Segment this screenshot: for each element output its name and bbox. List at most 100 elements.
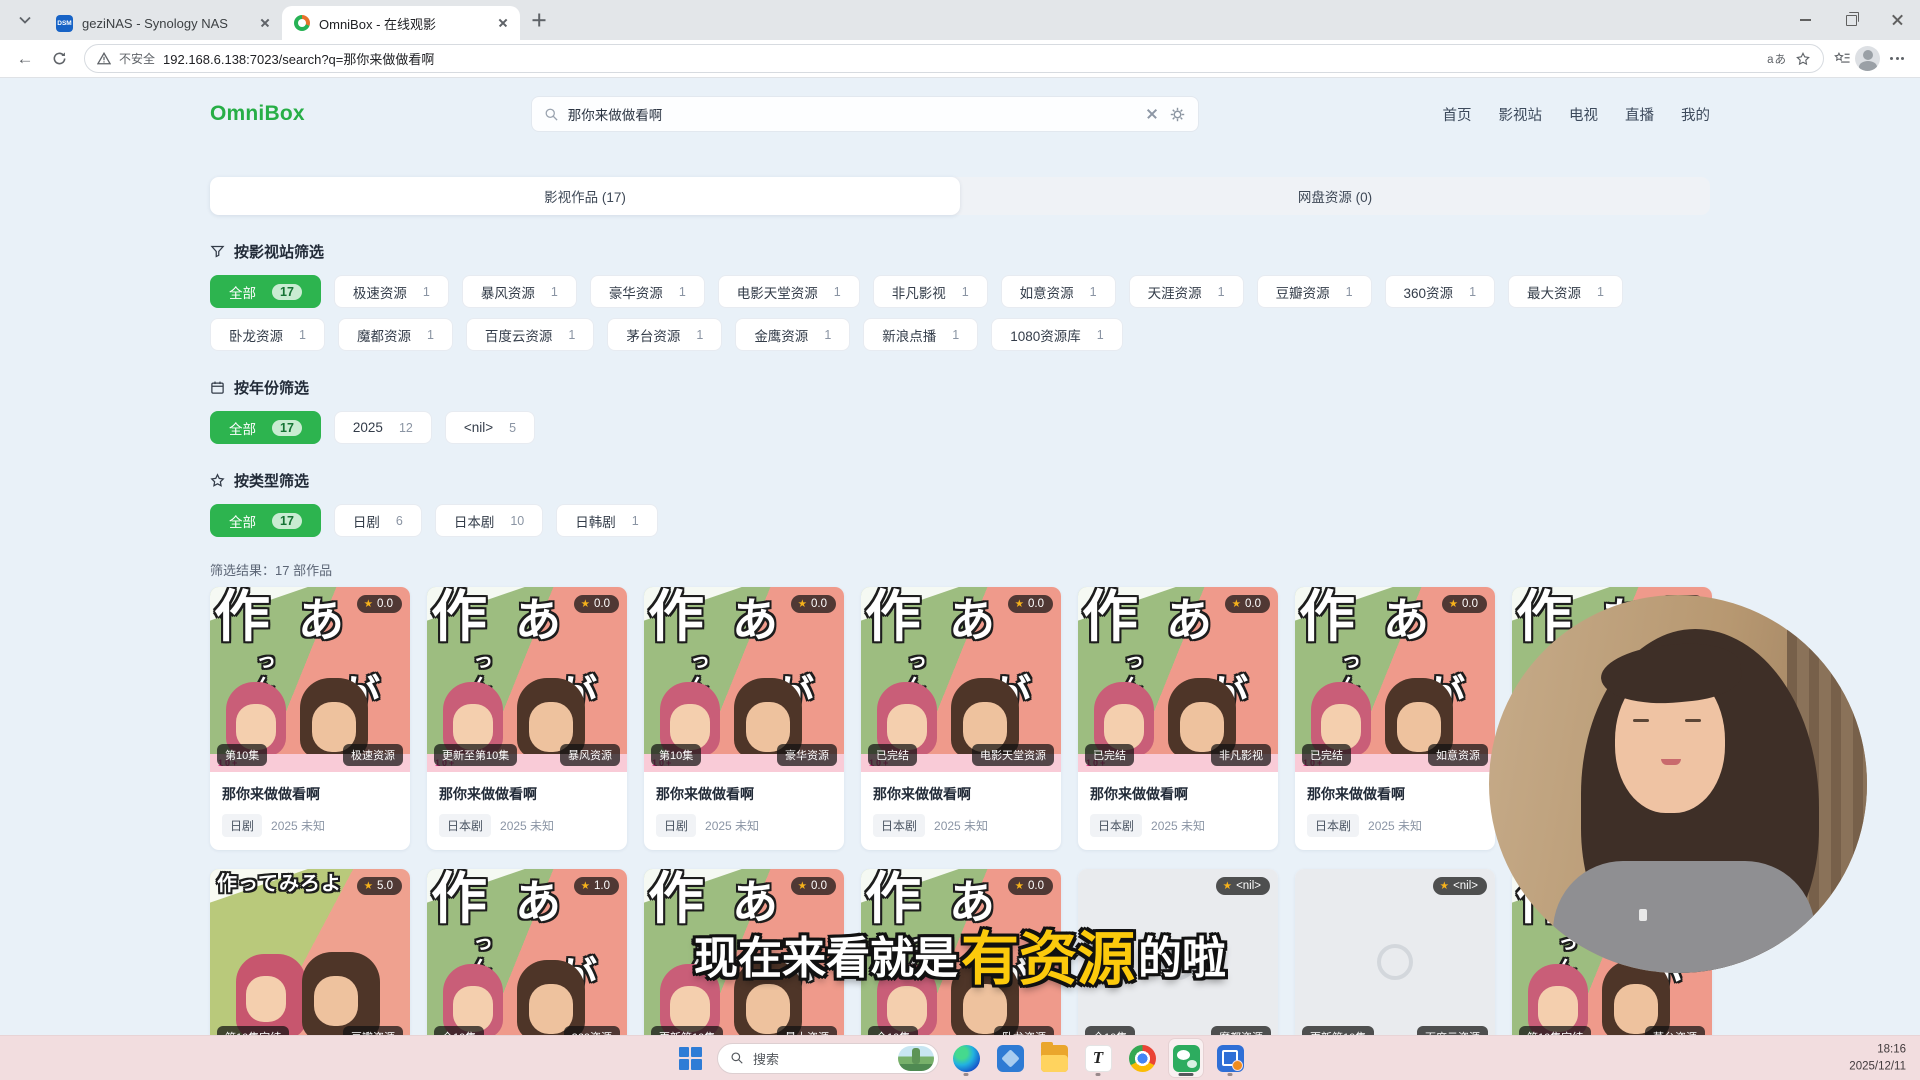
filter-chip[interactable]: 日韩剧 1 [556, 504, 657, 537]
omnibox-logo[interactable]: OmniBox [210, 102, 305, 126]
search-icon [544, 107, 559, 122]
filter-chip[interactable]: 卧龙资源 1 [210, 318, 325, 351]
filter-chip[interactable]: 日剧 6 [334, 504, 422, 537]
movie-card[interactable]: 作 あ っんて が 作ってみろよ 10+ ★0.0 已完结 如意资源 那你来做做… [1295, 587, 1495, 850]
window-controls [1782, 0, 1920, 40]
close-button[interactable] [1874, 0, 1920, 40]
bookmark-star-icon[interactable] [1795, 51, 1811, 67]
nav-link[interactable]: 影视站 [1499, 104, 1543, 125]
genre-chip: 日本剧 [439, 814, 491, 837]
back-button[interactable]: ← [10, 44, 40, 74]
filter-chip[interactable]: 茅台资源 1 [607, 318, 722, 351]
clear-search-icon[interactable] [1144, 106, 1160, 122]
taskbar-explorer[interactable] [1037, 1039, 1071, 1077]
poster-art: 作 あ っんて が 作ってみろよ 10+ ★1.0 全10集 360资源 [427, 869, 627, 1035]
profile-avatar[interactable] [1855, 46, 1880, 71]
minimize-button[interactable] [1782, 0, 1828, 40]
translate-icon[interactable]: aあ [1767, 51, 1787, 67]
filter-chip[interactable]: 日本剧 10 [435, 504, 543, 537]
filter-chip[interactable]: 360资源 1 [1385, 275, 1495, 308]
refresh-button[interactable] [44, 44, 74, 74]
filter-chip[interactable]: 电影天堂资源 1 [718, 275, 860, 308]
movie-card[interactable]: 作 あ っんて が 作ってみろよ 10+ ★0.0 更新至第10集 暴风资源 那… [427, 587, 627, 850]
filter-chip[interactable]: 暴风资源 1 [462, 275, 577, 308]
filter-chip[interactable]: 全部 17 [210, 504, 321, 537]
year-status: 2025 未知 [1151, 817, 1205, 834]
movie-card[interactable]: 作 あ っんて が 作ってみろよ 10+ ★<nil> 更新第10集 百度云资源 [1295, 869, 1495, 1035]
rating-badge: ★0.0 [1225, 595, 1270, 613]
movie-card[interactable]: 作 あ っんて が 作ってみろよ 10+ ★0.0 第10集 极速资源 那你来做… [210, 587, 410, 850]
new-tab-button[interactable] [526, 7, 552, 33]
movie-card[interactable]: 作 あ っんて が 作ってみろよ 10+ ★5.0 第10集完结 豆瓣资源 [210, 869, 410, 1035]
filter-chip[interactable]: 1080资源库 1 [991, 318, 1123, 351]
browser-tab-omnibox[interactable]: OmniBox - 在线观影 [282, 6, 520, 40]
filter-chip[interactable]: 2025 12 [334, 411, 432, 444]
filter-chip[interactable]: 百度云资源 1 [466, 318, 594, 351]
filter-chip[interactable]: 非凡影视 1 [873, 275, 988, 308]
nav-link[interactable]: 直播 [1625, 104, 1654, 125]
rating-badge: ★0.0 [357, 595, 402, 613]
star-icon: ★ [1232, 599, 1241, 610]
filter-chip[interactable]: 金鹰资源 1 [735, 318, 850, 351]
taskbar-remote-app[interactable] [1213, 1039, 1247, 1077]
filter-chip[interactable]: 新浪点播 1 [863, 318, 978, 351]
source-badge: 暴风资源 [560, 744, 620, 766]
taskbar-clock[interactable]: 18:16 2025/12/11 [1849, 1041, 1906, 1074]
security-label: 不安全 [119, 50, 155, 67]
star-icon: ★ [1223, 881, 1232, 892]
clock-date: 2025/12/11 [1849, 1058, 1906, 1075]
collections-icon[interactable] [1834, 50, 1851, 67]
search-highlight-image[interactable] [898, 1046, 934, 1071]
tab-video-works[interactable]: 影视作品 (17) [210, 177, 960, 215]
restore-button[interactable] [1828, 0, 1874, 40]
browser-menu-icon[interactable] [1884, 57, 1910, 60]
start-button[interactable] [673, 1039, 707, 1077]
filter-chip[interactable]: 全部 17 [210, 275, 321, 308]
taskbar-wechat[interactable] [1169, 1039, 1203, 1077]
browser-tab-synology[interactable]: DSM geziNAS - Synology NAS [44, 6, 282, 40]
poster-art: 作 あ っんて が 作ってみろよ 10+ ★0.0 已完结 电影天堂资源 [861, 587, 1061, 772]
poster-figure [517, 960, 585, 1035]
filter-chip[interactable]: 天涯资源 1 [1129, 275, 1244, 308]
wechat-icon [1173, 1045, 1200, 1072]
tab-cloud-disk[interactable]: 网盘资源 (0) [960, 177, 1710, 215]
taskbar-edge[interactable] [949, 1039, 983, 1077]
site-search-box[interactable] [531, 96, 1199, 132]
source-badge: 极速资源 [343, 744, 403, 766]
nav-link[interactable]: 首页 [1443, 104, 1472, 125]
taskbar-search[interactable]: 搜索 [717, 1043, 939, 1074]
poster-art: 作 あ っんて が 作ってみろよ 10+ ★<nil> 更新第10集 百度云资源 [1295, 869, 1495, 1035]
movie-title: 那你来做做看啊 [656, 784, 832, 804]
taskbar-photos[interactable] [993, 1039, 1027, 1077]
filter-chip[interactable]: <nil> 5 [445, 411, 535, 444]
taskbar-typora[interactable] [1081, 1039, 1115, 1077]
nav-link[interactable]: 我的 [1681, 104, 1710, 125]
filter-chip[interactable]: 全部 17 [210, 411, 321, 444]
movie-card[interactable]: 作 あ っんて が 作ってみろよ 10+ ★0.0 已完结 非凡影视 那你来做做… [1078, 587, 1278, 850]
address-bar[interactable]: 不安全 192.168.6.138:7023/search?q=那你来做做看啊 … [84, 44, 1824, 73]
filter-chip[interactable]: 魔都资源 1 [338, 318, 453, 351]
star-icon [210, 473, 225, 488]
taskbar-chrome[interactable] [1125, 1039, 1159, 1077]
filter-chip[interactable]: 豪华资源 1 [590, 275, 705, 308]
filter-chip[interactable]: 如意资源 1 [1001, 275, 1116, 308]
filter-chip[interactable]: 豆瓣资源 1 [1257, 275, 1372, 308]
search-input[interactable] [568, 107, 1135, 122]
status-badge: 已完结 [868, 744, 917, 766]
gear-icon[interactable] [1169, 106, 1186, 123]
movie-card[interactable]: 作 あ っんて が 作ってみろよ 10+ ★0.0 第10集 豪华资源 那你来做… [644, 587, 844, 850]
tab-search-chevron-icon[interactable] [12, 7, 38, 33]
calendar-icon [210, 380, 225, 395]
filter-section-site-title: 按影视站筛选 [210, 241, 1710, 262]
tab-close-icon[interactable] [494, 14, 512, 32]
star-icon: ★ [798, 881, 807, 892]
movie-card[interactable]: 作 あ っんて が 作ってみろよ 10+ ★0.0 已完结 电影天堂资源 那你来… [861, 587, 1061, 850]
nav-link[interactable]: 电视 [1569, 104, 1598, 125]
status-badge: 全10集 [434, 1026, 484, 1035]
star-icon: ★ [581, 881, 590, 892]
tab-close-icon[interactable] [256, 14, 274, 32]
movie-card[interactable]: 作 あ っんて が 作ってみろよ 10+ ★1.0 全10集 360资源 [427, 869, 627, 1035]
filter-chip[interactable]: 极速资源 1 [334, 275, 449, 308]
movie-title: 那你来做做看啊 [1090, 784, 1266, 804]
filter-chip[interactable]: 最大资源 1 [1508, 275, 1623, 308]
